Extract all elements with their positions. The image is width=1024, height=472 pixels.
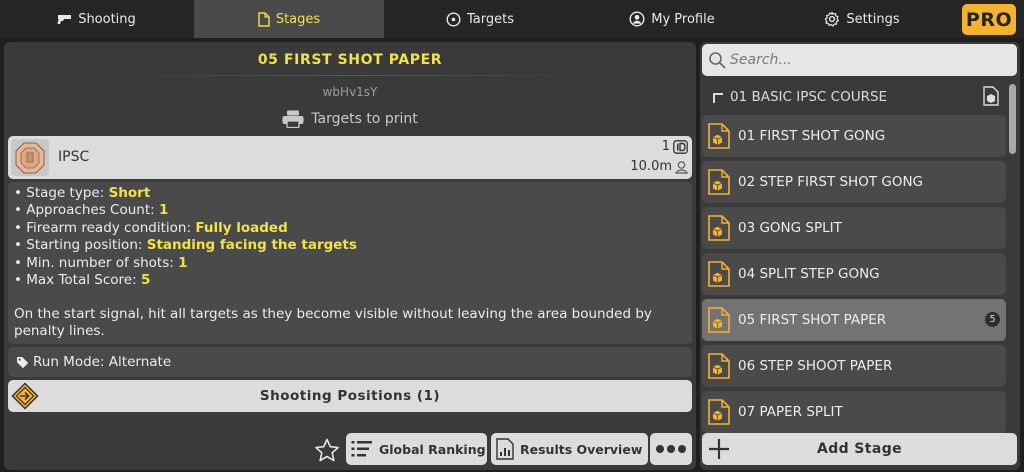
list-item[interactable]: 02 STEP FIRST SHOT GONG xyxy=(702,161,1006,203)
run-mode-row: Run Mode: Alternate xyxy=(8,347,692,377)
scrollbar[interactable] xyxy=(1009,84,1016,154)
stage-file-icon xyxy=(708,399,730,425)
count-badge: 5 xyxy=(985,312,1000,327)
ipsc-target-icon xyxy=(15,142,45,173)
tab-targets[interactable]: Targets xyxy=(384,0,576,38)
target-count-value: 1 xyxy=(661,139,670,154)
corner-arrow-icon xyxy=(713,93,723,103)
add-stage-label: Add Stage xyxy=(816,441,903,457)
id-badge-icon xyxy=(673,139,688,154)
targets-to-print-button[interactable]: Targets to print xyxy=(4,110,696,128)
list-ranking-icon xyxy=(351,441,372,457)
tag-icon xyxy=(17,356,29,368)
shooting-position-icon xyxy=(11,382,39,410)
plus-icon xyxy=(709,439,729,459)
more-options-button[interactable] xyxy=(650,433,692,465)
global-ranking-label: Global Ranking xyxy=(379,441,486,457)
stage-file-icon xyxy=(708,123,730,149)
top-navigation: Shooting Stages Targets My Profile Setti… xyxy=(0,0,1024,38)
target-distance: 10.0m xyxy=(630,159,688,174)
starting-position-value: Standing facing the targets xyxy=(146,237,357,254)
stage-file-icon xyxy=(708,353,730,379)
list-item-label: 01 FIRST SHOT GONG xyxy=(738,128,886,144)
add-stage-button[interactable]: Add Stage xyxy=(702,433,1017,465)
tab-label: Stages xyxy=(275,11,321,27)
search-icon xyxy=(709,52,726,69)
list-item-label: 03 GONG SPLIT xyxy=(738,220,842,236)
stage-file-icon xyxy=(708,307,730,333)
stages-sidebar: 01 BASIC IPSC COURSE 01 FIRST SHOT GONG … xyxy=(700,42,1020,470)
global-ranking-button[interactable]: Global Ranking xyxy=(346,433,487,465)
stage-info-box: • Stage type: Short • Approaches Count: … xyxy=(8,182,692,344)
run-mode-label: Run Mode: Alternate xyxy=(33,354,172,370)
results-overview-button[interactable]: Results Overview xyxy=(491,433,648,465)
max-score-row: • Max Total Score: 5 xyxy=(14,272,151,289)
ipsc-target-thumbnail xyxy=(11,139,49,176)
course-header[interactable]: 01 BASIC IPSC COURSE xyxy=(712,86,1002,108)
gear-icon xyxy=(825,11,840,27)
target-distance-value: 10.0m xyxy=(630,159,672,174)
list-item-label: 06 STEP SHOOT PAPER xyxy=(738,358,893,374)
tab-stages[interactable]: Stages xyxy=(194,0,384,38)
tab-label: Targets xyxy=(467,11,514,27)
course-file-icon[interactable] xyxy=(983,86,999,106)
search-input[interactable] xyxy=(730,52,1000,68)
stage-file-icon xyxy=(708,169,730,195)
course-title: 01 BASIC IPSC COURSE xyxy=(730,89,888,105)
stage-type-value: Short xyxy=(108,185,151,201)
list-item-selected[interactable]: 05 FIRST SHOT PAPER 5 xyxy=(702,299,1006,341)
min-shots-value: 1 xyxy=(178,254,188,271)
target-icon xyxy=(446,11,461,27)
tab-my-profile[interactable]: My Profile xyxy=(576,0,768,38)
star-icon xyxy=(315,438,339,461)
list-item[interactable]: 03 GONG SPLIT xyxy=(702,207,1006,249)
shooting-positions-button[interactable]: Shooting Positions (1) xyxy=(8,380,692,412)
list-item-label: 05 FIRST SHOT PAPER xyxy=(738,312,887,328)
gun-icon xyxy=(57,15,72,24)
report-chart-icon xyxy=(496,438,514,460)
title-divider xyxy=(134,75,574,76)
target-name: IPSC xyxy=(58,149,90,165)
favorite-star-button[interactable] xyxy=(312,435,342,465)
tab-label: Shooting xyxy=(78,11,136,27)
list-item-label: 04 SPLIT STEP GONG xyxy=(738,266,880,282)
list-item[interactable]: 07 PAPER SPLIT xyxy=(702,391,1006,433)
list-item[interactable]: 06 STEP SHOOT PAPER xyxy=(702,345,1006,387)
stage-title: 05 FIRST SHOT PAPER xyxy=(257,52,443,68)
firearm-condition-value: Fully loaded xyxy=(195,219,288,236)
approaches-count-row: • Approaches Count: 1 xyxy=(14,202,169,219)
list-item-label: 02 STEP FIRST SHOT GONG xyxy=(738,174,924,190)
stage-file-icon xyxy=(708,215,730,241)
pro-button[interactable]: PRO xyxy=(962,4,1016,35)
list-item-label: 07 PAPER SPLIT xyxy=(738,404,843,420)
min-shots-row: • Min. number of shots: 1 xyxy=(14,254,188,271)
target-count: 1 xyxy=(662,139,688,154)
approaches-count-value: 1 xyxy=(158,202,169,219)
shooting-positions-label: Shooting Positions (1) xyxy=(259,388,441,404)
stage-code: wbHv1sY xyxy=(322,85,378,99)
max-score-value: 5 xyxy=(140,272,151,289)
results-overview-label: Results Overview xyxy=(520,441,643,457)
more-dots-icon xyxy=(656,445,686,453)
tab-shooting[interactable]: Shooting xyxy=(0,0,193,38)
firearm-condition-row: • Firearm ready condition: Fully loaded xyxy=(14,219,288,236)
search-bar[interactable] xyxy=(702,44,1017,76)
stage-description: On the start signal, hit all targets as … xyxy=(14,306,652,340)
starting-position-row: • Starting position: Standing facing the… xyxy=(14,237,357,254)
stage-type-row: • Stage type: Short xyxy=(14,185,151,201)
stage-details-panel: 05 FIRST SHOT PAPER wbHv1sY Targets to p… xyxy=(4,42,696,470)
stage-file-icon xyxy=(708,261,730,287)
distance-person-icon xyxy=(675,160,688,174)
tab-label: Settings xyxy=(846,11,900,27)
user-circle-icon xyxy=(629,11,645,27)
target-card[interactable]: IPSC 1 10.0m xyxy=(8,136,692,179)
document-icon xyxy=(258,11,270,27)
list-item[interactable]: 01 FIRST SHOT GONG xyxy=(702,115,1006,157)
targets-to-print-label: Targets to print xyxy=(311,111,418,127)
printer-icon xyxy=(282,110,304,128)
list-item[interactable]: 04 SPLIT STEP GONG xyxy=(702,253,1006,295)
tab-settings[interactable]: Settings xyxy=(768,0,956,38)
tab-label: My Profile xyxy=(651,11,715,27)
